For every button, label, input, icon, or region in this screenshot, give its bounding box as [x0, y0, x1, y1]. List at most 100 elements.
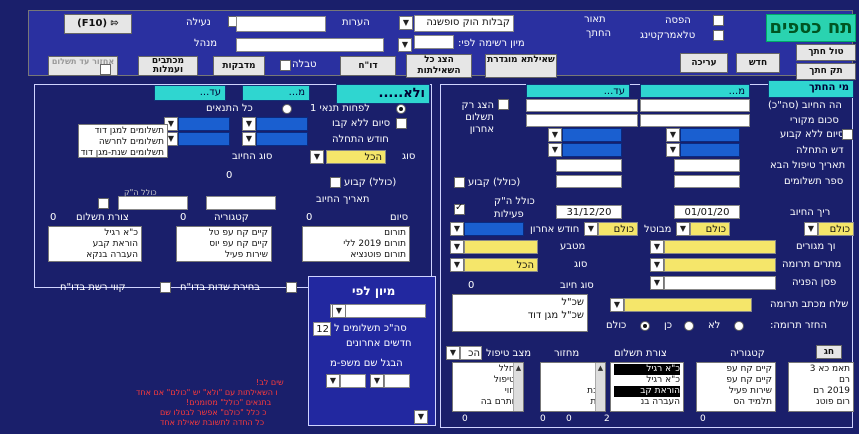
list-item[interactable]: כ"א רגיל [614, 364, 680, 375]
chevron-down-icon[interactable]: ▼ [650, 240, 664, 254]
chevron-down-icon[interactable]: ▼ [450, 240, 464, 254]
payment-form-col-list[interactable]: כ"א רגיל כ"א רגיל הוראת קב העברה בנ [610, 362, 684, 412]
chevron-down-icon[interactable]: ▼ [666, 128, 680, 142]
edit-button[interactable]: עריכה [680, 53, 728, 73]
cut-section-button[interactable]: טול חתך [796, 44, 856, 61]
chevron-down-icon[interactable]: ▼ [326, 374, 340, 388]
copy-section-button[interactable]: תק חתך [796, 63, 856, 80]
list-item[interactable]: בטיפול [456, 375, 520, 386]
chevron-down-icon[interactable]: ▼ [242, 117, 256, 131]
notes-list[interactable]: שכ"ל שכ"ל מגן דוד [452, 294, 588, 332]
charge-amount-to[interactable] [526, 99, 638, 112]
date-to-field[interactable]: 31/12/20 [556, 205, 622, 219]
chevron-down-icon[interactable]: ▼ [676, 222, 690, 236]
payment-count-from[interactable] [674, 175, 740, 188]
family-sort-field-a[interactable] [340, 374, 366, 388]
list-item[interactable]: שכ"ל [456, 296, 584, 309]
list-item[interactable]: ה [544, 364, 602, 375]
chevron-down-icon[interactable]: ▼ [650, 258, 664, 272]
donation-col-list[interactable]: תאמ כא 3 רם 2019 רם רום פוטנ [788, 362, 854, 412]
right-start-to[interactable] [562, 143, 622, 157]
scroll-down-icon[interactable]: ▼ [414, 410, 428, 424]
scrollbar[interactable]: ▲ [513, 363, 523, 411]
category-col-list[interactable]: קיים קח עפ קיים קח עפ שירות פעיל תלמיד ה… [696, 362, 776, 412]
right-fixed-checkbox[interactable] [454, 177, 465, 188]
printing-checkbox[interactable] [713, 15, 724, 26]
report-line-checkbox[interactable] [160, 282, 171, 293]
list-item[interactable]: תורום [306, 228, 406, 239]
table-checkbox[interactable] [280, 60, 291, 71]
chevron-down-icon[interactable]: ▼ [370, 374, 384, 388]
chevron-down-icon[interactable]: ▼ [610, 298, 624, 312]
date-from-field[interactable]: 01/01/20 [674, 205, 740, 219]
left-from-field[interactable]: מ... [242, 85, 310, 101]
no-radio[interactable] [734, 321, 744, 331]
chevron-down-icon[interactable]: ▼ [399, 16, 413, 30]
dup-column-checkbox[interactable] [100, 64, 111, 75]
notes-field[interactable] [236, 16, 326, 32]
description-field[interactable]: קבלות הוק סופשנה [414, 15, 514, 32]
list-item[interactable]: תורום 2019 ללי [306, 239, 406, 250]
end-without-checkbox[interactable] [396, 118, 407, 129]
list-item[interactable]: הותרם בה [456, 397, 520, 408]
gender-field[interactable] [664, 240, 776, 254]
list-item[interactable]: ו [544, 375, 602, 386]
charge-type-list[interactable]: תשלומים למגן דוד תשלומים לחרשה תשלומים ש… [78, 124, 168, 158]
chevron-down-icon[interactable]: ▼ [398, 38, 412, 52]
list-item[interactable]: דחוי [456, 386, 520, 397]
show-all-queries-button[interactable]: הצג כל השאילתות [406, 54, 472, 78]
chevron-down-icon[interactable]: ▼ [450, 222, 464, 236]
right-end-from[interactable] [680, 128, 740, 142]
chevron-down-icon[interactable]: ▼ [242, 132, 256, 146]
manager-field[interactable] [236, 38, 384, 52]
chevron-down-icon[interactable]: ▼ [332, 304, 346, 318]
left-end-to[interactable] [256, 117, 308, 131]
stickers-button[interactable]: מדבקות [213, 56, 265, 76]
next-treat-to[interactable] [556, 159, 622, 172]
chevron-down-icon[interactable]: ▼ [650, 276, 664, 290]
left-end-from[interactable] [178, 117, 230, 131]
report-button[interactable]: דו"ח [340, 56, 396, 76]
sort-list-field[interactable] [414, 35, 454, 49]
right-total-hk-checkbox[interactable] [454, 202, 465, 215]
list-item[interactable]: תלמיד הס [700, 397, 772, 408]
left-start-to[interactable] [256, 132, 308, 146]
left-start-from[interactable] [178, 132, 230, 146]
chevron-down-icon[interactable]: ▼ [446, 346, 460, 360]
exit-button[interactable]: ⇰ (F10) [64, 14, 132, 34]
currency-field[interactable] [464, 240, 538, 254]
family-sort-field-b[interactable] [384, 374, 410, 388]
cond-all-radio[interactable] [282, 104, 292, 114]
list-item[interactable]: שכ"ל מגן דוד [456, 309, 584, 322]
chevron-down-icon[interactable]: ▼ [450, 258, 464, 272]
all-radio[interactable] [640, 321, 650, 331]
list-item[interactable]: תשלומים לחרשה [82, 137, 164, 148]
category-list[interactable]: קיים קח עפ טל קיים קח עפ יוס שירות פעיל [176, 226, 272, 262]
letters-button[interactable]: מכתבים ועמלות [138, 56, 198, 76]
payments-count-field[interactable]: 12 [313, 322, 331, 336]
list-item[interactable]: שירות פעיל [700, 386, 772, 397]
list-item[interactable]: קיים קח עפ [700, 375, 772, 386]
list-item[interactable]: 2019 רם [792, 386, 850, 397]
chevron-down-icon[interactable]: ▼ [310, 150, 324, 164]
new-button[interactable]: חדש [736, 53, 780, 73]
original-amount-from[interactable] [640, 114, 750, 127]
telemarketing-checkbox[interactable] [713, 30, 724, 41]
cond-1-radio[interactable] [396, 104, 406, 114]
list-item[interactable]: קיים קח עפ יוס [180, 239, 268, 250]
all-field-2[interactable]: כולם [690, 222, 730, 236]
charge-date-to[interactable] [118, 196, 188, 210]
list-item[interactable]: תשלומים שנת-מגן דוד [81, 148, 164, 157]
right-to-field[interactable]: עד... [526, 84, 630, 98]
yes-radio[interactable] [684, 321, 694, 331]
fields-select-checkbox[interactable] [286, 282, 297, 293]
list-item[interactable]: תורום פוטנציא [306, 250, 406, 261]
list-item[interactable]: הוראת קב [614, 386, 680, 397]
right-from-field[interactable]: מ... [640, 84, 750, 98]
chevron-down-icon[interactable]: ▼ [584, 222, 598, 236]
type-field[interactable]: הכל [326, 150, 386, 164]
donation-list[interactable]: תורום תורום 2019 ללי תורום פוטנציא [302, 226, 410, 262]
chevron-down-icon[interactable]: ▼ [548, 143, 562, 157]
right-end-to[interactable] [562, 128, 622, 142]
treat-status-list[interactable]: בחלל בטיפול דחוי הותרם בה ▲ [452, 362, 524, 412]
